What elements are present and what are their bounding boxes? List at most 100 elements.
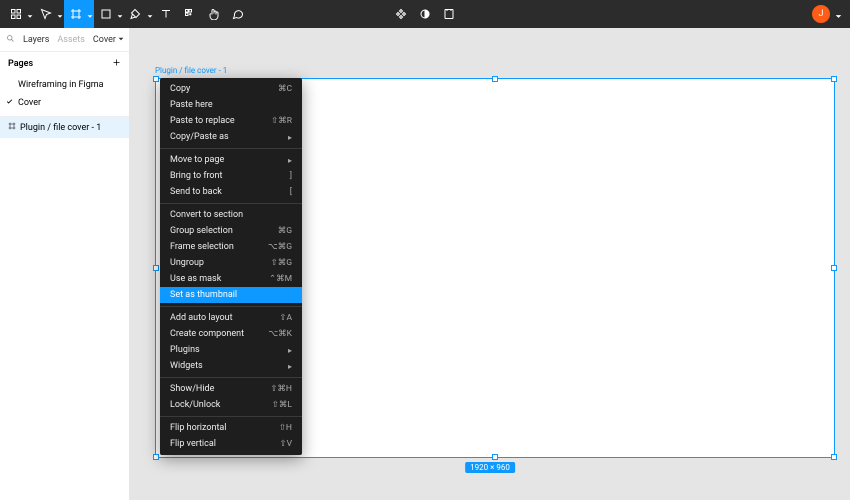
context-menu-item[interactable]: Send to back[ <box>160 184 302 200</box>
chevron-down-icon <box>27 5 33 24</box>
resize-handle-tr[interactable] <box>831 76 837 82</box>
layer-item[interactable]: Plugin / file cover - 1 <box>0 117 129 138</box>
tab-layers[interactable]: Layers <box>23 35 49 45</box>
layers-list: Plugin / file cover - 1 <box>0 117 129 138</box>
main-area: Layers Assets Cover Pages Wireframing in… <box>0 28 850 500</box>
shape-tool[interactable] <box>94 0 124 28</box>
context-menu-shortcut: ⇧⌘H <box>270 384 292 394</box>
context-menu-shortcut: ⌥⌘G <box>268 242 292 252</box>
context-menu-label: Lock/Unlock <box>170 400 220 410</box>
context-menu-shortcut: ⌘C <box>278 84 292 94</box>
dimensions-badge: 1920 × 960 <box>465 462 515 473</box>
context-menu-item[interactable]: Convert to section <box>160 207 302 223</box>
resize-handle-mt[interactable] <box>492 76 498 82</box>
context-menu-item[interactable]: Lock/Unlock ⇧⌘L <box>160 397 302 413</box>
context-menu-item[interactable]: Frame selection⌥⌘G <box>160 239 302 255</box>
user-menu[interactable]: J <box>812 5 846 24</box>
chevron-down-icon <box>57 5 63 24</box>
context-menu-item[interactable]: Move to page <box>160 152 302 168</box>
page-selector-label: Cover <box>93 35 116 45</box>
context-menu-item[interactable]: Set as thumbnail <box>160 287 302 303</box>
frame-tool[interactable] <box>64 0 94 28</box>
figma-menu-tool[interactable] <box>4 0 34 28</box>
add-page-button[interactable] <box>112 58 121 70</box>
tab-assets[interactable]: Assets <box>57 35 85 45</box>
center-toolbar <box>389 0 461 28</box>
context-menu-label: Create component <box>170 329 244 339</box>
context-menu-item[interactable]: Plugins <box>160 342 302 358</box>
hand-tool[interactable] <box>202 0 226 28</box>
context-menu-label: Flip vertical <box>170 439 216 449</box>
context-menu-item[interactable]: Copy/Paste as <box>160 129 302 145</box>
search-icon[interactable] <box>6 34 15 46</box>
resize-handle-bl[interactable] <box>153 454 159 460</box>
layer-label: Plugin / file cover - 1 <box>20 123 101 133</box>
context-menu-shortcut: ⇧V <box>279 439 292 449</box>
context-menu-item[interactable]: Add auto layout⇧A <box>160 310 302 326</box>
canvas[interactable]: Plugin / file cover - 1 1920 × 960 Copy ⌘… <box>130 28 850 500</box>
context-menu-shortcut: ] <box>290 171 292 181</box>
context-menu-label: Paste to replace <box>170 116 235 126</box>
context-menu-shortcut: ⌘G <box>278 226 292 236</box>
frame-icon <box>8 122 16 133</box>
context-menu-shortcut: ⇧⌘L <box>272 400 292 410</box>
context-menu-label: Use as mask <box>170 274 221 284</box>
mask-tool[interactable] <box>413 0 437 28</box>
pages-header: Pages <box>0 52 129 76</box>
context-menu-item[interactable]: Flip vertical ⇧V <box>160 436 302 452</box>
context-menu-item[interactable]: Widgets <box>160 358 302 374</box>
frame-label[interactable]: Plugin / file cover - 1 <box>155 66 227 75</box>
context-menu-shortcut: ⌃⌘M <box>269 274 292 284</box>
context-menu-shortcut: ⇧⌘R <box>271 116 292 126</box>
context-menu-item[interactable]: Copy ⌘C <box>160 81 302 97</box>
page-name: Cover <box>18 98 41 108</box>
page-name: Wireframing in Figma <box>18 80 104 90</box>
pen-tool[interactable] <box>124 0 154 28</box>
resize-handle-br[interactable] <box>831 454 837 460</box>
context-menu-item[interactable]: Bring to front] <box>160 168 302 184</box>
text-tool[interactable] <box>154 0 178 28</box>
context-menu-label: Convert to section <box>170 210 243 220</box>
page-item[interactable]: Wireframing in Figma <box>0 76 129 94</box>
context-menu-item[interactable]: Create component⌥⌘K <box>160 326 302 342</box>
resources-tool[interactable] <box>178 0 202 28</box>
context-menu-separator <box>160 148 302 149</box>
pages-list: Wireframing in Figma Cover <box>0 76 129 117</box>
avatar: J <box>812 5 830 23</box>
comment-tool[interactable] <box>226 0 250 28</box>
context-menu-item[interactable]: Use as mask ⌃⌘M <box>160 271 302 287</box>
context-menu-label: Copy/Paste as <box>170 132 229 142</box>
chevron-down-icon <box>147 5 153 24</box>
top-toolbar: J <box>0 0 850 28</box>
check-icon <box>6 98 13 108</box>
resize-handle-tl[interactable] <box>153 76 159 82</box>
context-menu-item[interactable]: Group selection⌘G <box>160 223 302 239</box>
context-menu: Copy ⌘C Paste here Paste to replace ⇧⌘R Copy/… <box>160 78 302 455</box>
context-menu-item[interactable]: Paste here <box>160 97 302 113</box>
sidebar-tabs: Layers Assets Cover <box>0 28 129 52</box>
context-menu-label: Flip horizontal <box>170 423 227 433</box>
context-menu-label: Set as thumbnail <box>170 290 237 300</box>
resize-handle-mb[interactable] <box>492 454 498 460</box>
context-menu-separator <box>160 203 302 204</box>
tab-page-selector[interactable]: Cover <box>93 35 124 45</box>
context-menu-label: Copy <box>170 84 190 94</box>
context-menu-label: Add auto layout <box>170 313 233 323</box>
left-sidebar: Layers Assets Cover Pages Wireframing in… <box>0 28 130 500</box>
context-menu-label: Widgets <box>170 361 203 371</box>
context-menu-label: Paste here <box>170 100 213 110</box>
component-tool[interactable] <box>389 0 413 28</box>
context-menu-item[interactable]: Ungroup⇧⌘G <box>160 255 302 271</box>
context-menu-item[interactable]: Paste to replace ⇧⌘R <box>160 113 302 129</box>
context-menu-item[interactable]: Show/Hide⇧⌘H <box>160 381 302 397</box>
chevron-down-icon <box>118 35 124 45</box>
page-item[interactable]: Cover <box>0 94 129 112</box>
resize-handle-mr[interactable] <box>831 265 837 271</box>
move-tool[interactable] <box>34 0 64 28</box>
resize-handle-ml[interactable] <box>153 265 159 271</box>
context-menu-item[interactable]: Flip horizontal⇧H <box>160 420 302 436</box>
context-menu-separator <box>160 416 302 417</box>
context-menu-label: Send to back <box>170 187 222 197</box>
context-menu-separator <box>160 306 302 307</box>
dev-mode-tool[interactable] <box>437 0 461 28</box>
